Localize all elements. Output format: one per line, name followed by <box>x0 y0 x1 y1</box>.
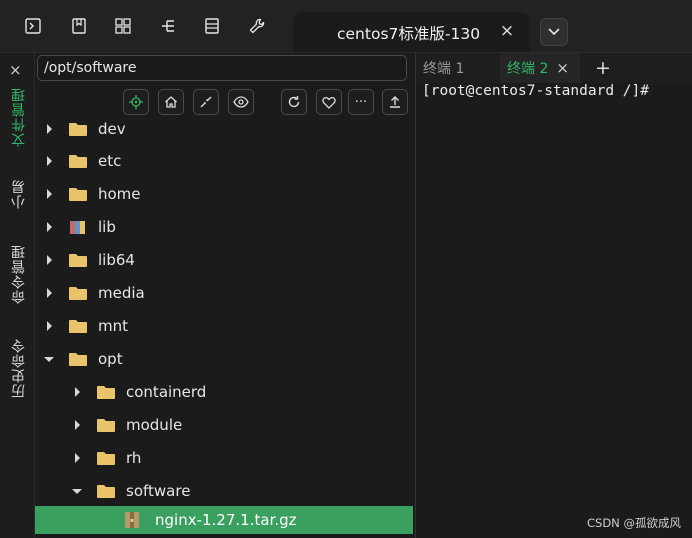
watermark: CSDN @孤欲成风 <box>587 516 681 530</box>
session-close-icon[interactable]: × <box>497 21 517 41</box>
view-hidden-button[interactable] <box>228 89 254 115</box>
refresh-button[interactable] <box>281 89 307 115</box>
tree-row-label: nginx-1.27.1.tar.gz <box>155 511 297 529</box>
folder-icon <box>69 320 87 333</box>
tree-row-label: home <box>98 185 141 203</box>
chevron-right-icon[interactable] <box>43 220 55 234</box>
chevron-right-icon[interactable] <box>43 122 55 136</box>
more-button[interactable]: ··· <box>348 89 374 115</box>
tree-row-label: software <box>126 482 191 500</box>
upload-icon <box>390 96 400 108</box>
home-button[interactable] <box>158 89 184 115</box>
folder-open-icon <box>69 353 87 366</box>
locate-button[interactable] <box>123 89 149 115</box>
tree-row-home[interactable]: home <box>35 178 413 210</box>
chevron-right-icon[interactable] <box>71 385 83 399</box>
rail-item-command-manager[interactable]: 命令管理 <box>9 244 29 304</box>
favorite-button[interactable] <box>316 89 342 115</box>
tree-row-mnt[interactable]: mnt <box>35 310 413 342</box>
add-terminal-button[interactable]: + <box>592 53 614 83</box>
rail-item-xiaoyi[interactable]: 小易 <box>9 179 29 209</box>
collapse-button[interactable] <box>193 89 219 115</box>
chevron-right-icon[interactable] <box>43 154 55 168</box>
tree-row-lib64[interactable]: lib64 <box>35 244 413 276</box>
library-folder-icon <box>70 221 85 234</box>
terminal-output[interactable]: [root@centos7-standard /]# <box>416 83 692 538</box>
tree-row-label: media <box>98 284 145 302</box>
folder-icon <box>97 419 115 432</box>
chevron-down-icon <box>548 28 560 36</box>
folder-icon <box>69 287 87 300</box>
chevron-right-icon[interactable] <box>43 187 55 201</box>
tab-label: 终端 1 <box>423 61 465 77</box>
terminal-prompt: [root@centos7-standard /]# <box>422 83 649 99</box>
tree-row-software[interactable]: software <box>35 475 413 507</box>
tree-row-opt[interactable]: opt <box>35 343 413 375</box>
tree-row-label: containerd <box>126 383 207 401</box>
tree-row-label: module <box>126 416 183 434</box>
home-icon <box>165 96 177 108</box>
tree-row-label: dev <box>98 120 126 138</box>
folder-icon <box>69 155 87 168</box>
refresh-icon <box>288 96 300 108</box>
folder-icon <box>69 123 87 136</box>
chevron-right-icon[interactable] <box>43 286 55 300</box>
rail-item-file-manager[interactable]: 文件管理 <box>9 87 29 147</box>
tree-row-media[interactable]: media <box>35 277 413 309</box>
tree-row-module[interactable]: module <box>35 409 413 441</box>
folder-icon <box>69 188 87 201</box>
terminal-icon[interactable] <box>22 15 44 37</box>
top-toolbar: centos7标准版-130 × <box>0 0 692 53</box>
tree-row-containerd[interactable]: containerd <box>35 376 413 408</box>
tree-row-label: lib64 <box>98 251 135 269</box>
tree-row-label: lib <box>98 218 116 236</box>
session-title: centos7标准版-130 <box>337 25 481 43</box>
chevron-right-icon[interactable] <box>71 451 83 465</box>
folder-icon <box>97 386 115 399</box>
plus-icon: + <box>595 57 611 79</box>
tab-close-icon[interactable]: × <box>556 59 569 77</box>
tree-row-label: opt <box>98 350 123 368</box>
chevron-down-icon[interactable] <box>43 352 55 366</box>
eye-icon <box>233 96 249 108</box>
more-icon: ··· <box>354 94 368 110</box>
tree-row-lib[interactable]: lib <box>35 211 413 243</box>
network-icon[interactable] <box>157 15 179 37</box>
chevron-right-icon[interactable] <box>43 319 55 333</box>
side-rail: × 文件管理 小易 命令管理 历史命令 <box>0 53 35 538</box>
session-tab[interactable]: centos7标准版-130 × <box>293 12 530 52</box>
tab-terminal-2[interactable]: 终端 2 × <box>500 53 580 83</box>
rail-close-icon[interactable]: × <box>9 61 22 79</box>
tree-row-nginx-archive[interactable]: nginx-1.27.1.tar.gz <box>35 506 413 534</box>
rail-item-history-commands[interactable]: 历史命令 <box>9 338 29 398</box>
list-icon[interactable] <box>201 15 223 37</box>
file-panel: ··· dev etc home lib <box>35 53 416 538</box>
chevron-right-icon[interactable] <box>71 418 83 432</box>
chevron-down-icon[interactable] <box>71 484 83 498</box>
path-input[interactable] <box>44 59 394 77</box>
locate-icon <box>129 95 143 109</box>
tab-label: 终端 2 <box>507 61 549 77</box>
tree-row-label: rh <box>126 449 142 467</box>
tree-row-label: etc <box>98 152 122 170</box>
tree-row-label: mnt <box>98 317 128 335</box>
upload-button[interactable] <box>382 89 408 115</box>
wrench-icon[interactable] <box>246 15 268 37</box>
terminal-tab-bar: 终端 1 终端 2 × + <box>416 53 692 83</box>
heart-icon <box>322 96 336 109</box>
bookmark-icon[interactable] <box>68 15 90 37</box>
tab-terminal-1[interactable]: 终端 1 <box>416 53 496 83</box>
path-bar[interactable] <box>37 55 407 81</box>
collapse-icon <box>200 96 212 108</box>
folder-open-icon <box>97 485 115 498</box>
tree-row-rh[interactable]: rh <box>35 442 413 474</box>
session-dropdown-button[interactable] <box>540 18 568 46</box>
folder-icon <box>69 254 87 267</box>
tree-row-dev[interactable]: dev <box>35 113 413 145</box>
folder-icon <box>97 452 115 465</box>
chevron-right-icon[interactable] <box>43 253 55 267</box>
tree-row-etc[interactable]: etc <box>35 145 413 177</box>
layout-icon[interactable] <box>112 15 134 37</box>
archive-file-icon <box>125 512 139 528</box>
